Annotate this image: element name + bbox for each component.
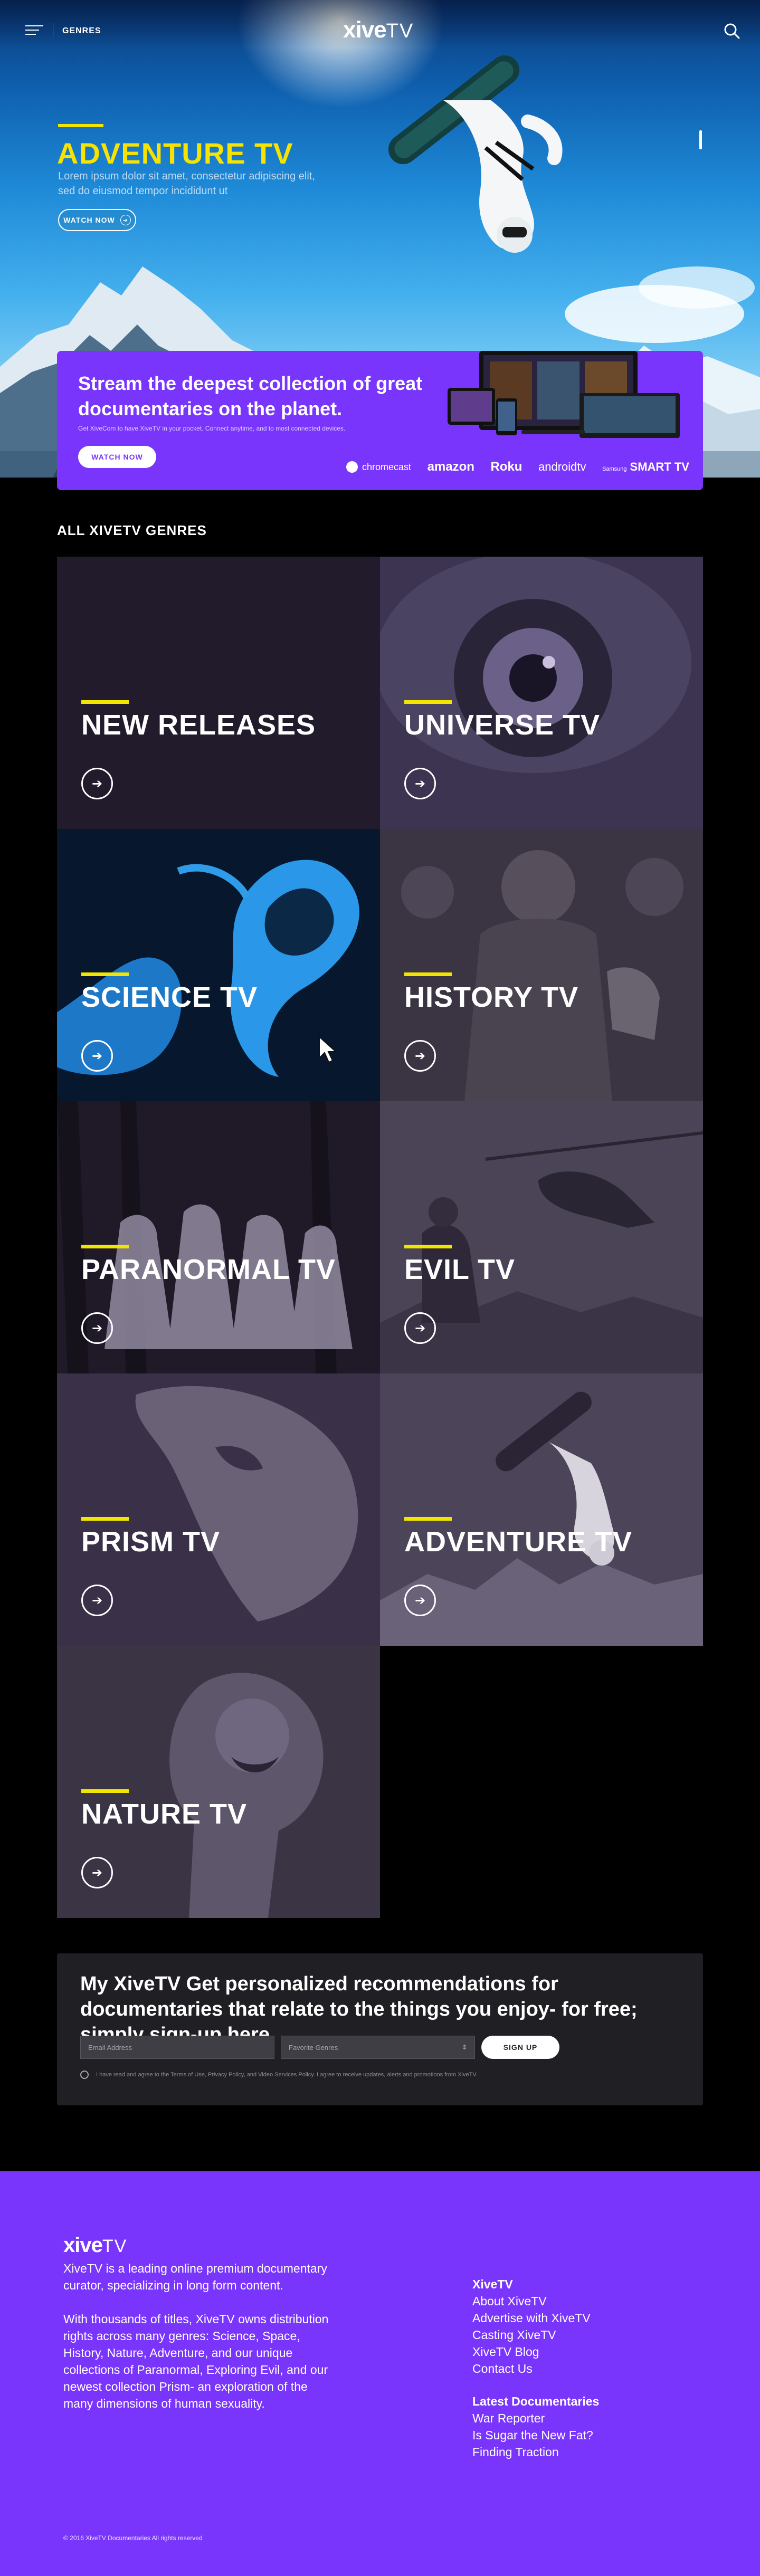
- hero-description: Lorem ipsum dolor sit amet, consectetur …: [58, 170, 315, 197]
- promo-headline: Stream the deepest collection of great d…: [78, 373, 423, 419]
- genre-tile-adventure-tv[interactable]: ADVENTURE TV ➔: [380, 1373, 703, 1646]
- search-icon[interactable]: [723, 22, 741, 40]
- tile-accent-bar: [81, 1789, 129, 1793]
- footer-column-latest: Latest Documentaries War Reporter Is Sug…: [472, 2393, 683, 2460]
- hero-accent-bar: [58, 124, 103, 127]
- genre-tile-history-tv[interactable]: HISTORY TV ➔: [380, 829, 703, 1101]
- footer-link-blog[interactable]: XiveTV Blog: [472, 2343, 683, 2360]
- tile-accent-bar: [81, 972, 129, 976]
- genre-tile-nature-tv[interactable]: NATURE TV ➔: [57, 1646, 380, 1918]
- promo-subtext: Get XiveCom to have XiveTV in your pocke…: [78, 425, 346, 432]
- nav-genres-link[interactable]: GENRES: [62, 26, 101, 36]
- arrow-right-icon[interactable]: ➔: [404, 1040, 436, 1072]
- partner-logos: chromecast amazon Roku androidtv Samsung…: [346, 456, 689, 478]
- footer-link-finding-traction[interactable]: Finding Traction: [472, 2444, 683, 2460]
- arrow-right-icon[interactable]: ➔: [404, 768, 436, 799]
- partner-chromecast-label: chromecast: [362, 461, 412, 472]
- genre-tile-universe-tv[interactable]: UNIVERSE TV ➔: [380, 557, 703, 829]
- arrow-right-icon[interactable]: ➔: [81, 1040, 113, 1072]
- footer-about: XiveTV is a leading online premium docum…: [63, 2260, 338, 2412]
- site-logo[interactable]: xiveTV: [343, 17, 414, 43]
- agreement-row: I have read and agree to the Terms of Us…: [80, 2071, 478, 2079]
- arrow-right-icon: ➔: [120, 215, 131, 225]
- arrow-right-icon[interactable]: ➔: [81, 1312, 113, 1344]
- footer-about-intro: XiveTV is a leading online premium docum…: [63, 2262, 327, 2292]
- tile-title: PARANORMAL TV: [81, 1254, 336, 1285]
- promo-banner: Stream the deepest collection of great d…: [57, 351, 703, 490]
- agreement-checkbox[interactable]: [80, 2071, 89, 2079]
- top-navigation: GENRES xiveTV: [0, 0, 760, 63]
- footer-column-xivetv: XiveTV About XiveTV Advertise with XiveT…: [472, 2276, 683, 2377]
- partner-samsung-label: Samsung: [602, 466, 627, 472]
- tile-title: NEW RELEASES: [81, 709, 316, 741]
- chromecast-icon: [346, 461, 358, 473]
- arrow-right-icon[interactable]: ➔: [81, 1585, 113, 1616]
- email-field[interactable]: Email Address: [80, 2036, 274, 2059]
- tile-title: NATURE TV: [81, 1798, 247, 1830]
- arrow-right-icon[interactable]: ➔: [81, 768, 113, 799]
- tile-title: PRISM TV: [81, 1526, 221, 1558]
- partner-roku: Roku: [490, 460, 522, 474]
- genre-tile-prism-tv[interactable]: PRISM TV ➔: [57, 1373, 380, 1646]
- promo-watch-now-button[interactable]: WATCH NOW: [78, 446, 156, 468]
- arrow-right-icon[interactable]: ➔: [81, 1857, 113, 1888]
- tile-title: ADVENTURE TV: [404, 1526, 633, 1558]
- genres-section: Stream the deepest collection of great d…: [0, 351, 760, 2171]
- favorite-genres-placeholder: Favorite Genres: [289, 2043, 338, 2052]
- tile-accent-bar: [404, 700, 452, 704]
- logo-tv: TV: [386, 20, 414, 42]
- footer-logo-tv: TV: [102, 2236, 128, 2256]
- footer-link-about[interactable]: About XiveTV: [472, 2293, 683, 2310]
- genre-tile-new-releases[interactable]: NEW RELEASES ➔: [57, 557, 380, 829]
- mouse-cursor-icon: [319, 1036, 337, 1063]
- genre-tile-science-tv[interactable]: SCIENCE TV ➔: [57, 829, 380, 1101]
- footer-link-sugar[interactable]: Is Sugar the New Fat?: [472, 2427, 683, 2444]
- partner-samsung: Samsung SMART TV: [602, 460, 689, 474]
- footer: xiveTV XiveTV is a leading online premiu…: [0, 2171, 760, 2576]
- devices-image: [448, 351, 680, 438]
- favorite-genres-select[interactable]: Favorite Genres ⇕: [281, 2036, 475, 2059]
- hero-cta-label: WATCH NOW: [63, 216, 115, 224]
- tile-title: EVIL TV: [404, 1254, 516, 1285]
- partner-androidtv: androidtv: [538, 460, 586, 473]
- logo-main: xive: [343, 17, 387, 43]
- tile-accent-bar: [404, 1517, 452, 1521]
- footer-logo-main: xive: [63, 2234, 103, 2257]
- tile-title: UNIVERSE TV: [404, 709, 601, 741]
- tile-title: HISTORY TV: [404, 981, 579, 1013]
- sign-up-button[interactable]: SIGN UP: [481, 2036, 559, 2059]
- section-title: ALL XIVETV GENRES: [57, 522, 207, 538]
- footer-link-contact[interactable]: Contact Us: [472, 2360, 683, 2377]
- genre-tile-paranormal-tv[interactable]: PARANORMAL TV ➔: [57, 1101, 380, 1373]
- hero-watch-now-button[interactable]: WATCH NOW ➔: [58, 209, 136, 231]
- signup-panel: My XiveTV Get personalized recommendatio…: [57, 1953, 703, 2105]
- hero-title: ADVENTURE TV: [57, 137, 293, 170]
- footer-link-casting[interactable]: Casting XiveTV: [472, 2326, 683, 2343]
- partner-amazon: amazon: [427, 460, 474, 474]
- tile-accent-bar: [404, 1245, 452, 1248]
- partner-smarttv-label: SMART TV: [630, 460, 689, 473]
- partner-chromecast: chromecast: [346, 461, 411, 473]
- footer-about-detail: With thousands of titles, XiveTV owns di…: [63, 2312, 329, 2410]
- signup-form: Email Address Favorite Genres ⇕ SIGN UP: [80, 2036, 682, 2059]
- tile-title: SCIENCE TV: [81, 981, 258, 1013]
- chevron-updown-icon: ⇕: [461, 2044, 467, 2051]
- agreement-text: I have read and agree to the Terms of Us…: [96, 2072, 478, 2078]
- footer-link-advertise[interactable]: Advertise with XiveTV: [472, 2310, 683, 2326]
- slide-indicator[interactable]: [699, 130, 702, 149]
- footer-link-war-reporter[interactable]: War Reporter: [472, 2410, 683, 2427]
- arrow-right-icon[interactable]: ➔: [404, 1585, 436, 1616]
- copyright: © 2016 XiveTV Documentaries All rights r…: [63, 2534, 203, 2542]
- genre-tile-evil-tv[interactable]: EVIL TV ➔: [380, 1101, 703, 1373]
- footer-logo[interactable]: xiveTV: [63, 2234, 127, 2257]
- tile-accent-bar: [81, 700, 129, 704]
- footer-column-title: XiveTV: [472, 2277, 513, 2291]
- tile-accent-bar: [404, 972, 452, 976]
- arrow-right-icon[interactable]: ➔: [404, 1312, 436, 1344]
- hamburger-icon[interactable]: [25, 25, 43, 37]
- tile-accent-bar: [81, 1245, 129, 1248]
- footer-column-title: Latest Documentaries: [472, 2394, 600, 2408]
- tile-accent-bar: [81, 1517, 129, 1521]
